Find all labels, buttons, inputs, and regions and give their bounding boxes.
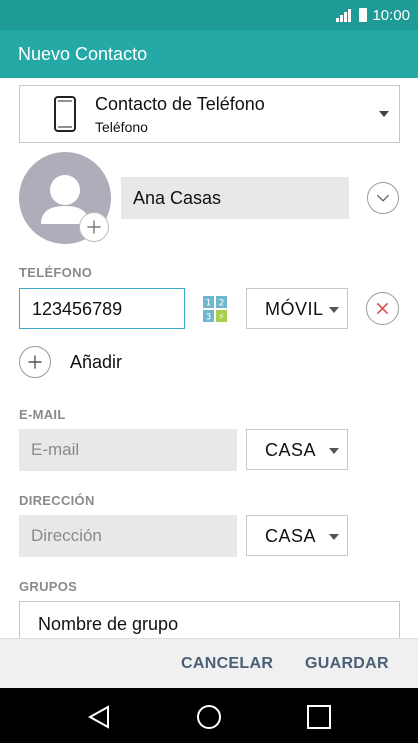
- back-icon[interactable]: [84, 702, 114, 732]
- address-section-label: DIRECCIÓN: [19, 493, 95, 508]
- status-time: 10:00: [372, 6, 410, 24]
- group-value: Nombre de grupo: [38, 614, 179, 634]
- dropdown-arrow-icon: [329, 448, 339, 454]
- email-placeholder: E-mail: [31, 440, 80, 459]
- add-phone-button[interactable]: [19, 346, 51, 378]
- email-section-label: E-MAIL: [19, 407, 66, 422]
- dialpad-digit: ⚡: [218, 313, 224, 323]
- groups-section-label: GRUPOS: [19, 579, 78, 594]
- new-contact-screen: 10:00 Nuevo Contacto Contacto de Teléfon…: [0, 0, 418, 743]
- account-type: Teléfono: [95, 119, 148, 135]
- signal-icon: [336, 8, 352, 22]
- dialpad-digit: 1: [206, 299, 212, 309]
- email-type-value: CASA: [265, 440, 317, 460]
- phone-section-label: TELÉFONO: [19, 265, 93, 280]
- dialpad-digit: 3: [206, 313, 212, 323]
- dialpad-icon[interactable]: 1 2 3 ⚡: [203, 296, 227, 322]
- dropdown-arrow-icon: [379, 111, 389, 117]
- dropdown-arrow-icon: [329, 307, 339, 313]
- phone-number-value: 123456789: [32, 299, 123, 319]
- phone-type-select[interactable]: MÓVIL: [246, 288, 348, 329]
- app-bar: Nuevo Contacto: [0, 30, 418, 78]
- home-icon[interactable]: [194, 702, 224, 732]
- phone-icon: [54, 96, 76, 132]
- name-field[interactable]: Ana Casas: [121, 177, 349, 219]
- phone-number-input[interactable]: 123456789: [19, 288, 185, 329]
- address-input[interactable]: Dirección: [19, 515, 237, 557]
- dropdown-arrow-icon: [329, 534, 339, 540]
- add-photo-icon[interactable]: [79, 212, 109, 242]
- add-label[interactable]: Añadir: [70, 352, 122, 373]
- navigation-bar: [0, 688, 418, 743]
- recent-apps-icon[interactable]: [304, 702, 334, 732]
- status-icons: 10:00: [336, 6, 410, 24]
- email-type-select[interactable]: CASA: [246, 429, 348, 470]
- expand-name-button[interactable]: [367, 182, 399, 214]
- page-title: Nuevo Contacto: [18, 44, 148, 64]
- save-button[interactable]: GUARDAR: [305, 655, 389, 673]
- status-bar: 10:00: [0, 0, 418, 30]
- address-type-value: CASA: [265, 526, 317, 546]
- address-type-select[interactable]: CASA: [246, 515, 348, 556]
- action-bar: CANCELAR GUARDAR: [0, 638, 418, 688]
- phone-type-value: MÓVIL: [265, 299, 324, 319]
- dialpad-digit: 2: [219, 299, 225, 309]
- remove-phone-button[interactable]: [366, 292, 399, 325]
- cancel-button[interactable]: CANCELAR: [181, 655, 273, 673]
- battery-icon: [359, 8, 368, 22]
- name-value: Ana Casas: [133, 188, 222, 208]
- account-name: Contacto de Teléfono: [95, 94, 265, 114]
- address-placeholder: Dirección: [31, 526, 102, 545]
- account-selector[interactable]: Contacto de Teléfono Teléfono: [19, 85, 400, 143]
- email-input[interactable]: E-mail: [19, 429, 237, 471]
